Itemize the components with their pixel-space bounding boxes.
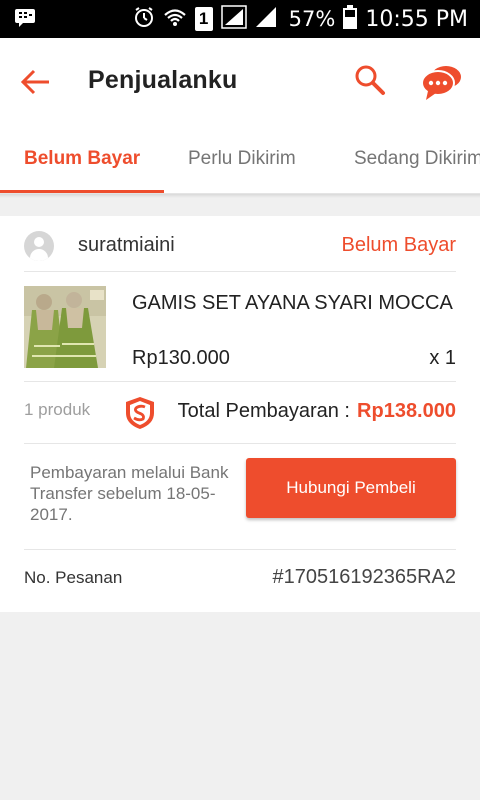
product-thumbnail (24, 286, 106, 368)
order-number-label: No. Pesanan (24, 568, 123, 587)
order-number-row: No. Pesanan #170516192365RA2 (24, 550, 456, 612)
payment-row: Pembayaran melalui Bank Transfer sebelum… (24, 444, 456, 550)
battery-percent: 57% (288, 7, 336, 31)
product-row[interactable]: GAMIS SET AYANA SYARI MOCCA Rp130.000 x … (24, 272, 456, 382)
total-payment-value: Rp138.000 (357, 400, 456, 422)
contact-buyer-button[interactable]: Hubungi Pembeli (246, 458, 456, 518)
payment-deadline-info: Pembayaran melalui Bank Transfer sebelum… (30, 463, 229, 524)
wifi-icon (163, 6, 187, 33)
tab-belum-bayar[interactable]: Belum Bayar (24, 124, 140, 193)
order-card[interactable]: suratmiaini Belum Bayar GAMIS SET AYANA … (0, 216, 480, 612)
active-tab-indicator (0, 190, 164, 193)
avatar (24, 231, 54, 261)
product-count: 1 produk (24, 400, 91, 419)
total-payment-label: Total Pembayaran : (177, 400, 350, 422)
signal-icon-2 (255, 6, 277, 33)
clock: 10:55 PM (365, 6, 468, 32)
page-title: Penjualanku (88, 66, 238, 94)
product-name: GAMIS SET AYANA SYARI MOCCA (132, 292, 453, 314)
product-price: Rp130.000 (132, 347, 230, 369)
tab-sedang-dikirim[interactable]: Sedang Dikirim (354, 124, 480, 193)
total-row: 1 produk Total Pembayaran : Rp138.000 (24, 382, 456, 444)
back-arrow-icon[interactable] (18, 64, 54, 100)
status-bar: 1 57% 10:55 PM (0, 0, 480, 38)
alarm-icon (133, 6, 155, 33)
order-status: Belum Bayar (341, 234, 457, 256)
product-quantity: x 1 (429, 347, 456, 369)
tab-shadow (0, 194, 480, 198)
chat-icon[interactable] (420, 62, 464, 102)
tab-perlu-dikirim[interactable]: Perlu Dikirim (188, 124, 296, 193)
order-tabs: Belum Bayar Perlu Dikirim Sedang Dikirim (0, 124, 480, 194)
bbm-icon (14, 8, 36, 33)
shopee-guarantee-shield-icon (124, 396, 156, 430)
buyer-row: suratmiaini Belum Bayar (24, 216, 456, 272)
battery-icon (343, 4, 358, 34)
signal-icon (220, 4, 247, 34)
buyer-name: suratmiaini (78, 234, 175, 256)
app-bar: Penjualanku (0, 38, 480, 124)
sim-slot-badge: 1 (194, 7, 213, 31)
search-icon[interactable] (352, 62, 388, 98)
order-number-value: #170516192365RA2 (272, 566, 456, 588)
